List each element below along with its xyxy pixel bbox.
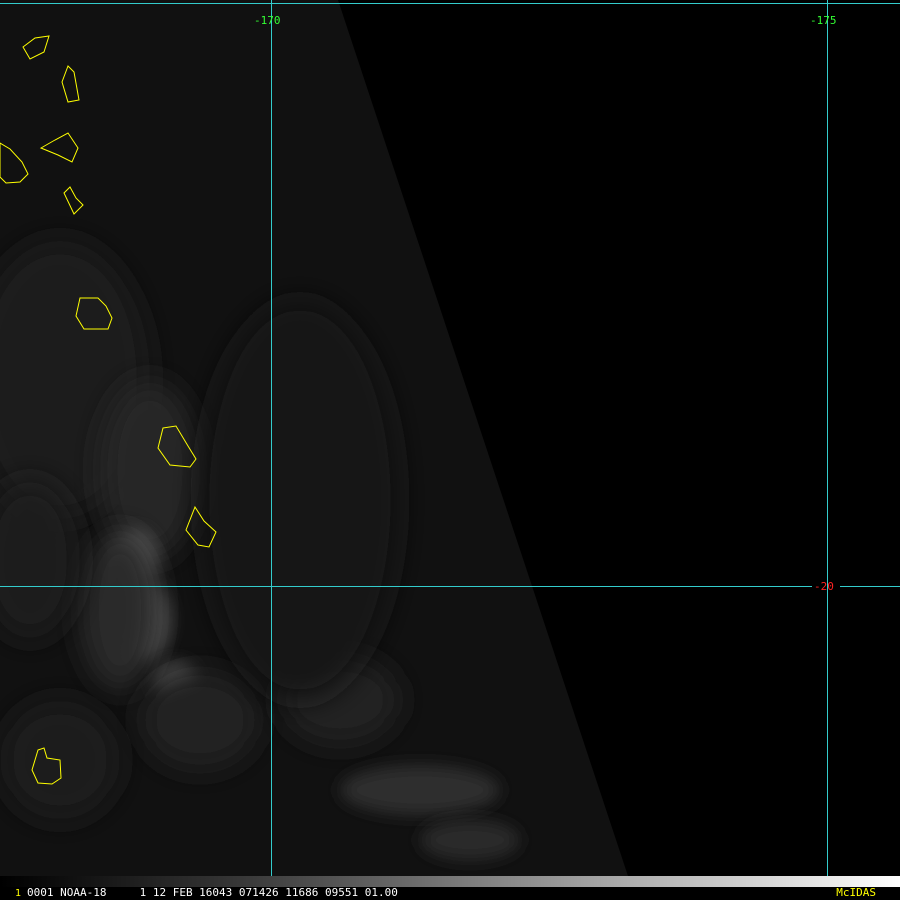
mcidas-brand: McIDAS [836,886,876,899]
lon-label-170: -170 [254,14,281,27]
lat-label-20: -20 [814,580,834,593]
image-info-text: 0001 NOAA-18 1 12 FEB 16043 071426 11686… [27,886,398,899]
lon-label-175: -175 [810,14,837,27]
satellite-map [0,0,900,876]
frame-number: 1 [15,888,22,899]
